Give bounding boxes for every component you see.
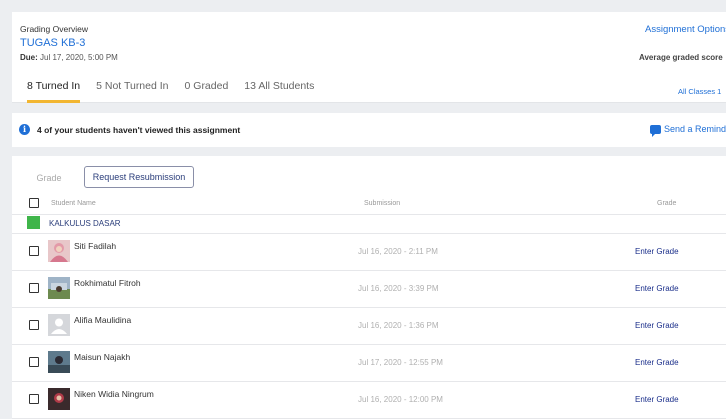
grade-button[interactable]: Grade bbox=[25, 167, 73, 189]
enter-grade-link[interactable]: Enter Grade bbox=[635, 395, 679, 404]
row-checkbox[interactable] bbox=[29, 283, 39, 293]
avatar bbox=[48, 314, 70, 336]
table-row: Siti Fadilah Jul 16, 2020 - 2:11 PM Ente… bbox=[12, 234, 726, 271]
column-student-name: Student Name bbox=[51, 200, 96, 207]
due-label: Due: bbox=[20, 53, 38, 62]
average-graded-score-label: Average graded score bbox=[639, 53, 723, 62]
submission-time: Jul 16, 2020 - 1:36 PM bbox=[358, 321, 439, 330]
column-submission: Submission bbox=[364, 200, 401, 207]
avatar bbox=[48, 388, 70, 410]
enter-grade-link[interactable]: Enter Grade bbox=[635, 284, 679, 293]
submission-time: Jul 16, 2020 - 2:11 PM bbox=[358, 247, 438, 256]
info-icon: i bbox=[19, 124, 30, 135]
students-table: Student Name Submission Grade KALKULUS D… bbox=[12, 192, 726, 419]
grading-overview-label: Grading Overview bbox=[20, 24, 89, 34]
student-name[interactable]: Alifia Maulidina bbox=[74, 315, 131, 325]
table-header: Student Name Submission Grade bbox=[12, 192, 726, 215]
assignment-title[interactable]: TUGAS KB-3 bbox=[20, 37, 85, 49]
table-row: Alifia Maulidina Jul 16, 2020 - 1:36 PM … bbox=[12, 308, 726, 345]
enter-grade-link[interactable]: Enter Grade bbox=[635, 358, 679, 367]
submission-time: Jul 17, 2020 - 12:55 PM bbox=[358, 358, 443, 367]
due-date: Due: Jul 17, 2020, 5:00 PM bbox=[20, 53, 118, 62]
tab-turned-in[interactable]: 8 Turned In bbox=[27, 80, 81, 103]
tab-graded[interactable]: 0 Graded bbox=[185, 80, 229, 103]
row-checkbox[interactable] bbox=[29, 320, 39, 330]
student-name[interactable]: Siti Fadilah bbox=[74, 241, 116, 251]
enter-grade-link[interactable]: Enter Grade bbox=[635, 321, 679, 330]
avatar bbox=[48, 277, 70, 299]
row-checkbox[interactable] bbox=[29, 246, 39, 256]
table-row: Niken Widia Ningrum Jul 16, 2020 - 12:00… bbox=[12, 382, 726, 419]
submission-time: Jul 16, 2020 - 12:00 PM bbox=[358, 395, 443, 404]
table-row: Maisun Najakh Jul 17, 2020 - 12:55 PM En… bbox=[12, 345, 726, 382]
student-name[interactable]: Niken Widia Ningrum bbox=[74, 389, 154, 399]
class-color-swatch bbox=[27, 216, 40, 229]
enter-grade-link[interactable]: Enter Grade bbox=[635, 247, 679, 256]
tab-all-students[interactable]: 13 All Students bbox=[244, 80, 314, 103]
column-grade: Grade bbox=[657, 200, 677, 207]
grading-panel: Grading Overview TUGAS KB-3 Due: Jul 17,… bbox=[12, 12, 726, 419]
notice-text: 4 of your students haven't viewed this a… bbox=[37, 125, 241, 135]
class-name: KALKULUS DASAR bbox=[49, 219, 121, 228]
request-resubmission-button[interactable]: Request Resubmission bbox=[84, 166, 194, 188]
not-viewed-notice: i 4 of your students haven't viewed this… bbox=[12, 103, 726, 156]
submission-time: Jul 16, 2020 - 3:39 PM bbox=[358, 284, 439, 293]
student-name[interactable]: Rokhimatul Fitroh bbox=[74, 278, 141, 288]
due-value: Jul 17, 2020, 5:00 PM bbox=[40, 53, 118, 62]
submission-tabs: 8 Turned In 5 Not Turned In 0 Graded 13 … bbox=[27, 80, 314, 103]
class-group-row: KALKULUS DASAR bbox=[12, 215, 726, 234]
select-all-checkbox[interactable] bbox=[29, 198, 39, 208]
send-reminder-label: Send a Reminder bbox=[664, 124, 726, 134]
send-reminder-link[interactable]: Send a Reminder bbox=[650, 124, 726, 137]
grading-header: Grading Overview TUGAS KB-3 Due: Jul 17,… bbox=[12, 12, 726, 103]
student-name[interactable]: Maisun Najakh bbox=[74, 352, 130, 362]
chat-icon bbox=[650, 124, 661, 137]
avatar bbox=[48, 240, 70, 262]
class-filter[interactable]: All Classes 1 bbox=[678, 87, 721, 96]
avatar bbox=[48, 351, 70, 373]
table-row: Rokhimatul Fitroh Jul 16, 2020 - 3:39 PM… bbox=[12, 271, 726, 308]
tab-not-turned-in[interactable]: 5 Not Turned In bbox=[96, 80, 168, 103]
action-toolbar: Grade Request Resubmission bbox=[12, 156, 726, 189]
assignment-options-link[interactable]: Assignment Options bbox=[645, 24, 726, 35]
row-checkbox[interactable] bbox=[29, 394, 39, 404]
row-checkbox[interactable] bbox=[29, 357, 39, 367]
